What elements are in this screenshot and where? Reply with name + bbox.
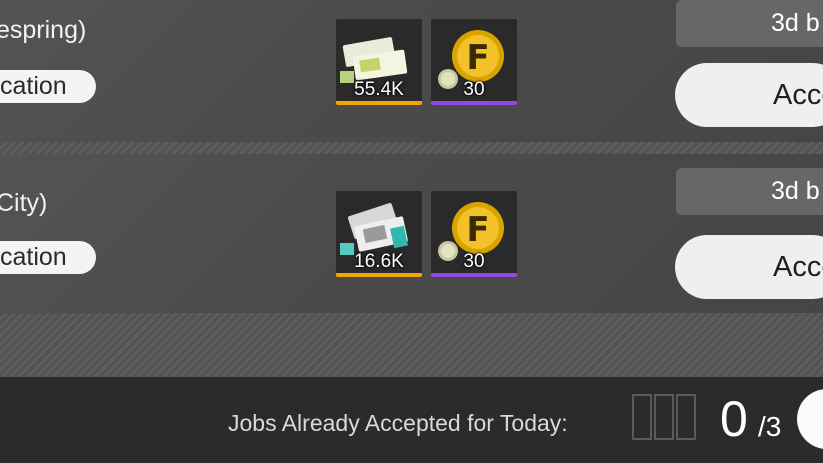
reward-item[interactable]: 16.6K (336, 191, 422, 277)
reward-quantity: 30 (463, 79, 485, 100)
svg-text:F: F (466, 210, 489, 250)
time-remaining: 3d b (676, 0, 823, 47)
location-tag[interactable]: cation (0, 241, 96, 274)
reward-item[interactable]: 55.4K (336, 19, 422, 105)
job-title: City) (0, 189, 48, 217)
accepted-count: 0 (720, 391, 748, 447)
accepted-total: /3 (758, 411, 782, 442)
job-row: espring) cation 55.4K F 30 3d b Acce (0, 0, 823, 142)
time-remaining: 3d b (676, 168, 823, 215)
reward-quantity: 16.6K (354, 251, 404, 272)
circle-button[interactable] (797, 389, 823, 449)
job-title: espring) (0, 16, 87, 44)
placeholder-boxes (632, 394, 698, 445)
jobs-accepted-label: Jobs Already Accepted for Today: (228, 410, 568, 436)
location-tag[interactable]: cation (0, 70, 96, 103)
footer-bar: Jobs Already Accepted for Today: 0 /3 (0, 377, 823, 463)
row-divider (0, 142, 823, 154)
row-divider (0, 313, 823, 377)
reward-quantity: 30 (463, 251, 485, 272)
rarity-bar (431, 101, 517, 105)
job-row: City) cation 16.6K F 30 3d b Acce (0, 154, 823, 313)
rarity-bar (431, 273, 517, 277)
reward-quantity: 55.4K (354, 79, 404, 100)
reward-item[interactable]: F 30 (431, 19, 517, 105)
svg-text:F: F (466, 38, 489, 78)
rarity-bar (336, 101, 422, 105)
accept-button[interactable]: Acce (675, 235, 823, 299)
accept-button[interactable]: Acce (675, 63, 823, 127)
reward-item[interactable]: F 30 (431, 191, 517, 277)
rarity-bar (336, 273, 422, 277)
